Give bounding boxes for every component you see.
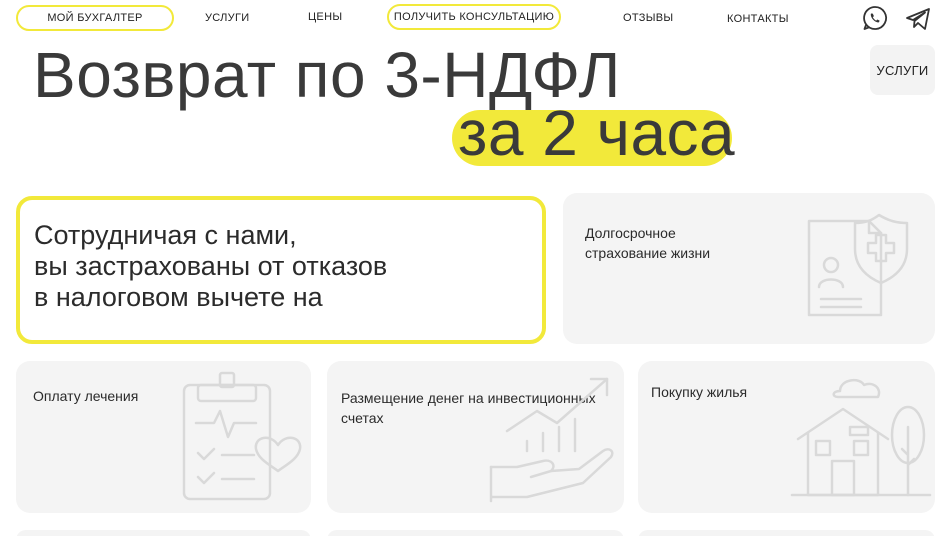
investment-hand-icon: [489, 377, 614, 503]
insurance-document-icon: [807, 213, 909, 317]
card-medical[interactable]: Оплату лечения: [16, 361, 311, 513]
page-subtitle: за 2 часа: [458, 97, 736, 169]
services-side-label: УСЛУГИ: [876, 62, 929, 78]
brand-label: МОЙ БУХГАЛТЕР: [47, 12, 143, 24]
nav-link-contacts[interactable]: КОНТАКТЫ: [727, 13, 789, 25]
nav-link-prices[interactable]: ЦЕНЫ: [308, 11, 342, 23]
card-partial: [327, 530, 624, 536]
card-life-insurance[interactable]: Долгосрочное страхование жизни: [563, 193, 935, 344]
telegram-icon[interactable]: [904, 5, 932, 33]
card-housing[interactable]: Покупку жилья: [638, 361, 935, 513]
nav-link-services[interactable]: УСЛУГИ: [205, 12, 249, 24]
card-partial: [638, 530, 935, 536]
whatsapp-icon[interactable]: [861, 4, 889, 32]
feature-card: Сотрудничая с нами, вы застрахованы от о…: [16, 196, 546, 344]
card-investment[interactable]: Размещение денег на инвестиционных счета…: [327, 361, 624, 513]
card-label: Оплату лечения: [33, 388, 139, 404]
nav-link-reviews[interactable]: ОТЗЫВЫ: [623, 12, 673, 24]
medical-clipboard-icon: [182, 371, 302, 501]
consult-label: ПОЛУЧИТЬ КОНСУЛЬТАЦИЮ: [393, 11, 555, 23]
services-side-button[interactable]: УСЛУГИ: [870, 45, 935, 95]
house-icon: [790, 378, 932, 497]
card-partial: [16, 530, 311, 536]
brand-button[interactable]: МОЙ БУХГАЛТЕР: [16, 5, 174, 31]
consult-button[interactable]: ПОЛУЧИТЬ КОНСУЛЬТАЦИЮ: [387, 4, 561, 30]
card-label: Покупку жилья: [651, 384, 748, 400]
feature-text: Сотрудничая с нами, вы застрахованы от о…: [34, 220, 388, 312]
card-label: Долгосрочное страхование жизни: [585, 225, 711, 261]
